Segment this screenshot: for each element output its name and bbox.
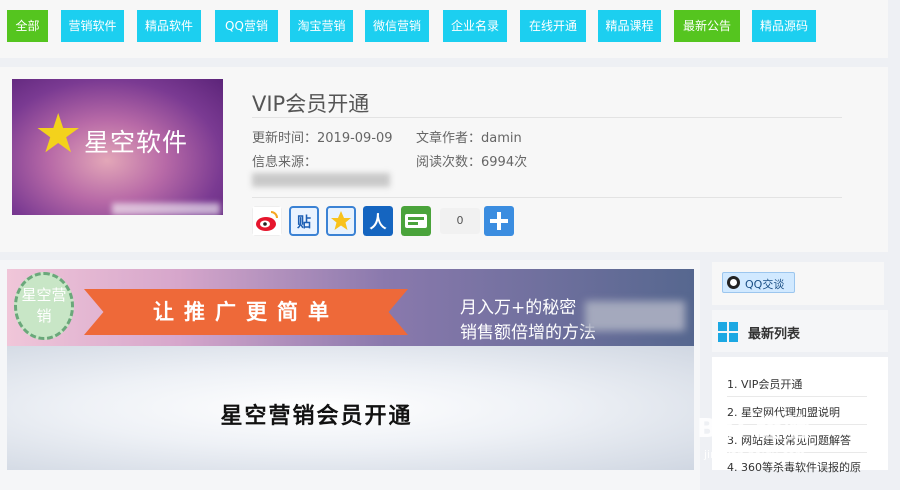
share-count: 0	[440, 208, 480, 234]
nav-item-marketing-software[interactable]: 营销软件	[61, 10, 124, 42]
pengyou-icon[interactable]	[401, 206, 431, 236]
grid-icon	[718, 322, 738, 342]
view-count-label: 阅读次数：	[416, 155, 482, 170]
latest-list-title: 最新列表	[748, 327, 801, 342]
qq-chat-button[interactable]: QQ交谈	[722, 272, 795, 293]
divider	[252, 117, 842, 118]
watermark: Bai 经验	[697, 414, 811, 444]
nav-item-premium-source[interactable]: 精品源码	[752, 10, 816, 42]
qzone-icon[interactable]	[326, 206, 356, 236]
divider	[727, 396, 867, 397]
article-thumbnail: ★ 星空软件	[12, 79, 223, 215]
update-time-value: 2019-09-09	[317, 131, 393, 146]
divider	[252, 197, 842, 198]
badge-text: 星空营销	[21, 286, 67, 325]
promo-pitch: 月入万+的秘密 销售额倍增的方法	[460, 296, 596, 346]
promo-pitch-line: 销售额倍增的方法	[460, 323, 596, 343]
source: 信息来源：	[252, 151, 317, 170]
tieba-icon[interactable]: 贴	[289, 206, 319, 236]
redacted-text	[585, 301, 685, 331]
promo-pitch-line: 月入万+的秘密	[460, 298, 577, 318]
category-nav: 全部 营销软件 精品软件 QQ营销 淘宝营销 微信营销 企业名录 在线开通 精品…	[0, 0, 888, 58]
update-time: 更新时间：2019-09-09	[252, 127, 393, 146]
thumbnail-brand-text: 星空软件	[84, 128, 189, 157]
view-count-value: 6994次	[481, 155, 528, 170]
article-title: VIP会员开通	[252, 92, 370, 116]
nav-item-premium-courses[interactable]: 精品课程	[598, 10, 661, 42]
plus-icon[interactable]	[484, 206, 514, 236]
watermark-url: jingyan.baidu.com	[704, 448, 806, 461]
star-icon: ★	[34, 102, 83, 165]
nav-item-online-activation[interactable]: 在线开通	[520, 10, 586, 42]
list-item[interactable]: 4. 360等杀毒软件误报的原	[727, 459, 861, 475]
nav-item-premium-software[interactable]: 精品软件	[137, 10, 201, 42]
nav-item-qq-marketing[interactable]: QQ营销	[215, 10, 278, 42]
list-item[interactable]: 1. VIP会员开通	[727, 376, 802, 392]
qq-chat-label: QQ交谈	[745, 278, 785, 291]
svg-text:人: 人	[370, 213, 388, 233]
nav-item-latest-notices[interactable]: 最新公告	[674, 10, 740, 42]
author-label: 文章作者：	[416, 131, 482, 146]
nav-item-company-directory[interactable]: 企业名录	[443, 10, 507, 42]
qq-icon	[727, 276, 740, 289]
view-count: 阅读次数：6994次	[416, 151, 527, 170]
banner-caption: 星空营销会员开通	[220, 404, 413, 429]
redacted-text	[252, 173, 390, 187]
author-value: damin	[481, 131, 522, 146]
nav-item-all[interactable]: 全部	[7, 10, 48, 42]
source-label: 信息来源：	[252, 155, 318, 170]
author: 文章作者：damin	[416, 127, 522, 146]
nav-item-taobao-marketing[interactable]: 淘宝营销	[290, 10, 353, 42]
ribbon-text: 让推广更简单	[153, 300, 339, 324]
weibo-icon[interactable]	[252, 206, 282, 236]
renren-icon[interactable]: 人	[363, 206, 393, 236]
svg-text:贴: 贴	[297, 214, 311, 231]
thumbnail-blur	[112, 203, 220, 215]
update-time-label: 更新时间：	[252, 131, 318, 146]
nav-item-wechat-marketing[interactable]: 微信营销	[365, 10, 429, 42]
